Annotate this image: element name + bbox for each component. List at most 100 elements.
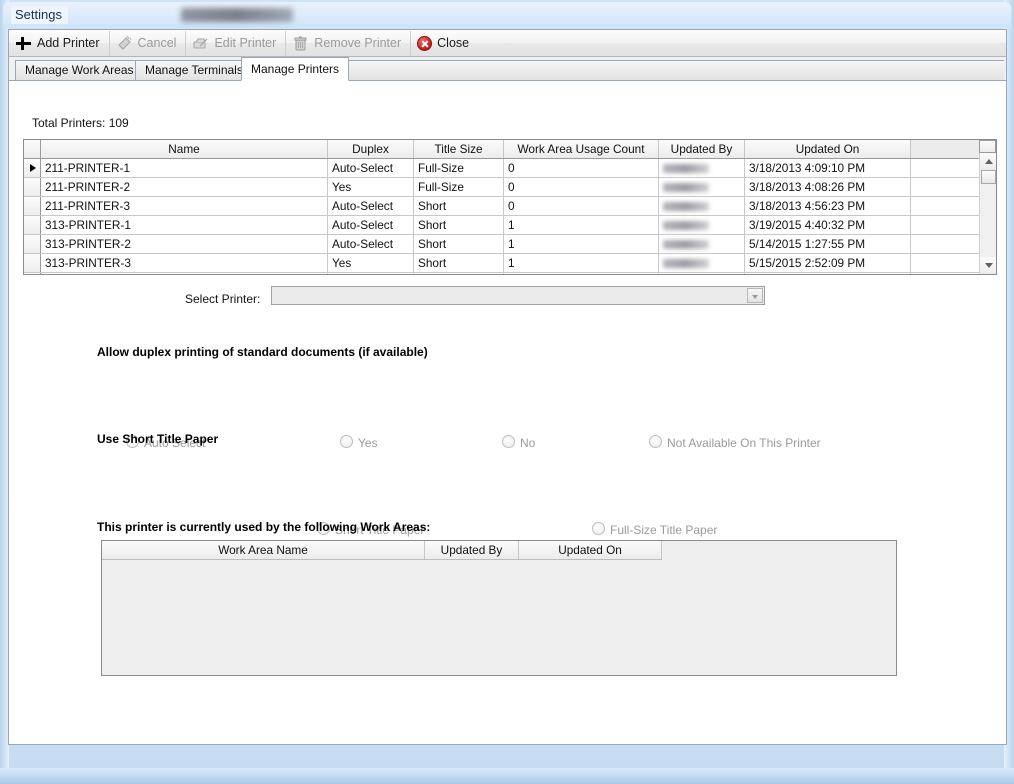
edit-printer-icon bbox=[192, 35, 209, 52]
cell-name: 211-PRINTER-2 bbox=[41, 178, 328, 196]
column-header-title-size[interactable]: Title Size bbox=[414, 140, 504, 158]
column-header-duplex[interactable]: Duplex bbox=[328, 140, 414, 158]
cancel-button[interactable]: Cancel bbox=[110, 30, 187, 56]
window-title: Settings bbox=[11, 6, 68, 24]
chevron-up-icon bbox=[985, 159, 993, 164]
row-selector[interactable] bbox=[24, 273, 41, 274]
chevron-down-icon bbox=[985, 263, 993, 268]
row-selector[interactable] bbox=[24, 216, 41, 234]
remove-printer-button[interactable]: Remove Printer bbox=[286, 30, 412, 56]
cell-updated-on bbox=[745, 273, 911, 274]
scrollbar-thumb[interactable] bbox=[981, 170, 996, 184]
row-selector[interactable] bbox=[24, 197, 41, 215]
row-selector[interactable] bbox=[24, 159, 41, 177]
radio-not-available-label: Not Available On This Printer bbox=[667, 436, 821, 450]
total-printers-label: Total Printers: 109 bbox=[32, 116, 129, 130]
tab-manage-printers[interactable]: Manage Printers bbox=[241, 57, 350, 81]
radio-circle-icon bbox=[502, 435, 515, 448]
cell-duplex bbox=[328, 273, 414, 274]
radio-yes[interactable]: Yes bbox=[340, 435, 378, 450]
add-printer-button[interactable]: Add Printer bbox=[9, 30, 110, 56]
radio-no[interactable]: No bbox=[502, 435, 535, 450]
table-row[interactable]: 211-PRINTER-3 Auto-Select Short 0 3/18/2… bbox=[24, 197, 996, 216]
redacted-user-value bbox=[663, 259, 709, 268]
cell-updated-on: 5/14/2015 1:27:55 PM bbox=[745, 235, 911, 253]
select-printer-dropdown[interactable] bbox=[271, 286, 765, 305]
cell-updated-by bbox=[659, 235, 745, 253]
cancel-icon bbox=[116, 35, 133, 52]
column-header-updated-by[interactable]: Updated By bbox=[659, 140, 745, 158]
chevron-down-icon[interactable] bbox=[747, 288, 763, 303]
cell-name: 211-PRINTER-1 bbox=[41, 159, 328, 177]
column-header-updated-by[interactable]: Updated By bbox=[425, 541, 519, 559]
table-row[interactable]: 313-PRINTER-1 Auto-Select Short 1 3/19/2… bbox=[24, 216, 996, 235]
table-row[interactable]: 211-PRINTER-1 Auto-Select Full-Size 0 3/… bbox=[24, 159, 996, 178]
column-header-work-area-name[interactable]: Work Area Name bbox=[102, 541, 425, 559]
cell-name: 313-PRINTER-3 bbox=[41, 254, 328, 272]
cell-updated-by bbox=[659, 273, 745, 274]
radio-not-available-on-this-printer[interactable]: Not Available On This Printer bbox=[649, 435, 821, 450]
cell-title-size: Short bbox=[414, 197, 504, 215]
row-selector[interactable] bbox=[24, 235, 41, 253]
grid-vertical-scrollbar[interactable] bbox=[979, 140, 996, 274]
title-bar: Settings bbox=[3, 2, 1011, 28]
edit-printer-button[interactable]: Edit Printer bbox=[186, 30, 287, 56]
column-header-updated-on[interactable]: Updated On bbox=[745, 140, 911, 158]
cell-title-size: Full-Size bbox=[414, 159, 504, 177]
plus-icon bbox=[15, 35, 32, 52]
table-row[interactable]: 211-PRINTER-2 Yes Full-Size 0 3/18/2013 … bbox=[24, 178, 996, 197]
cell-usage-count bbox=[504, 273, 659, 274]
application-window: Settings Add Printer Cancel Edit Printer… bbox=[0, 0, 1014, 784]
tab-manage-work-areas-label: Manage Work Areas bbox=[25, 63, 134, 77]
client-area: Add Printer Cancel Edit Printer Remove P… bbox=[8, 29, 1007, 745]
cell-duplex: Auto-Select bbox=[328, 216, 414, 234]
column-header-updated-on[interactable]: Updated On bbox=[519, 541, 662, 559]
cell-title-size: Full-Size bbox=[414, 178, 504, 196]
table-row[interactable]: 313-PRINTER-2 Auto-Select Short 1 5/14/2… bbox=[24, 235, 996, 254]
cell-name bbox=[41, 273, 328, 274]
window-border-bottom bbox=[0, 768, 1014, 784]
work-areas-section-heading: This printer is currently used by the fo… bbox=[97, 520, 431, 534]
radio-yes-label: Yes bbox=[358, 436, 378, 450]
radio-circle-icon bbox=[340, 435, 353, 448]
add-printer-label: Add Printer bbox=[37, 35, 100, 50]
cell-updated-on: 5/15/2015 2:52:09 PM bbox=[745, 254, 911, 272]
work-areas-grid-header: Work Area Name Updated By Updated On bbox=[102, 541, 662, 560]
remove-printer-label: Remove Printer bbox=[314, 35, 402, 50]
redacted-user-value bbox=[663, 221, 709, 230]
work-areas-grid[interactable]: Work Area Name Updated By Updated On bbox=[101, 540, 897, 676]
tab-manage-work-areas[interactable]: Manage Work Areas bbox=[15, 60, 144, 80]
cell-updated-by bbox=[659, 254, 745, 272]
cancel-label: Cancel bbox=[137, 35, 177, 50]
radio-full-size-title-paper[interactable]: Full-Size Title Paper bbox=[592, 522, 717, 537]
toolbar: Add Printer Cancel Edit Printer Remove P… bbox=[9, 30, 1006, 57]
cell-name: 211-PRINTER-3 bbox=[41, 197, 328, 215]
cell-duplex: Auto-Select bbox=[328, 159, 414, 177]
table-row[interactable]: 313-PRINTER-3 Yes Short 1 5/15/2015 2:52… bbox=[24, 254, 996, 273]
duplex-section-heading: Allow duplex printing of standard docume… bbox=[97, 345, 428, 359]
printers-grid-header: Name Duplex Title Size Work Area Usage C… bbox=[24, 140, 996, 159]
cell-usage-count: 1 bbox=[504, 235, 659, 253]
scrollbar-corner-box bbox=[979, 140, 996, 153]
cell-duplex: Yes bbox=[328, 254, 414, 272]
cell-updated-by bbox=[659, 216, 745, 234]
redacted-user-value bbox=[663, 183, 709, 192]
printers-grid[interactable]: Name Duplex Title Size Work Area Usage C… bbox=[23, 139, 997, 275]
cell-title-size: Short bbox=[414, 235, 504, 253]
tab-strip: Manage Work Areas Manage Terminals Manag… bbox=[9, 57, 1006, 81]
radio-full-size-title-paper-label: Full-Size Title Paper bbox=[610, 523, 718, 537]
scroll-down-button[interactable] bbox=[980, 257, 996, 274]
cell-usage-count: 1 bbox=[504, 254, 659, 272]
row-selector[interactable] bbox=[24, 254, 41, 272]
cell-title-size: Short bbox=[414, 254, 504, 272]
row-selector[interactable] bbox=[24, 178, 41, 196]
close-button[interactable]: Close bbox=[411, 31, 478, 56]
scroll-up-button[interactable] bbox=[980, 153, 996, 170]
redacted-user-value bbox=[663, 240, 709, 249]
table-row-partial[interactable] bbox=[24, 273, 996, 274]
select-printer-label: Select Printer: bbox=[185, 292, 261, 306]
tab-manage-terminals[interactable]: Manage Terminals bbox=[135, 60, 253, 80]
column-header-work-area-usage-count[interactable]: Work Area Usage Count bbox=[504, 140, 659, 158]
redacted-app-title bbox=[181, 8, 293, 22]
column-header-name[interactable]: Name bbox=[41, 140, 328, 158]
